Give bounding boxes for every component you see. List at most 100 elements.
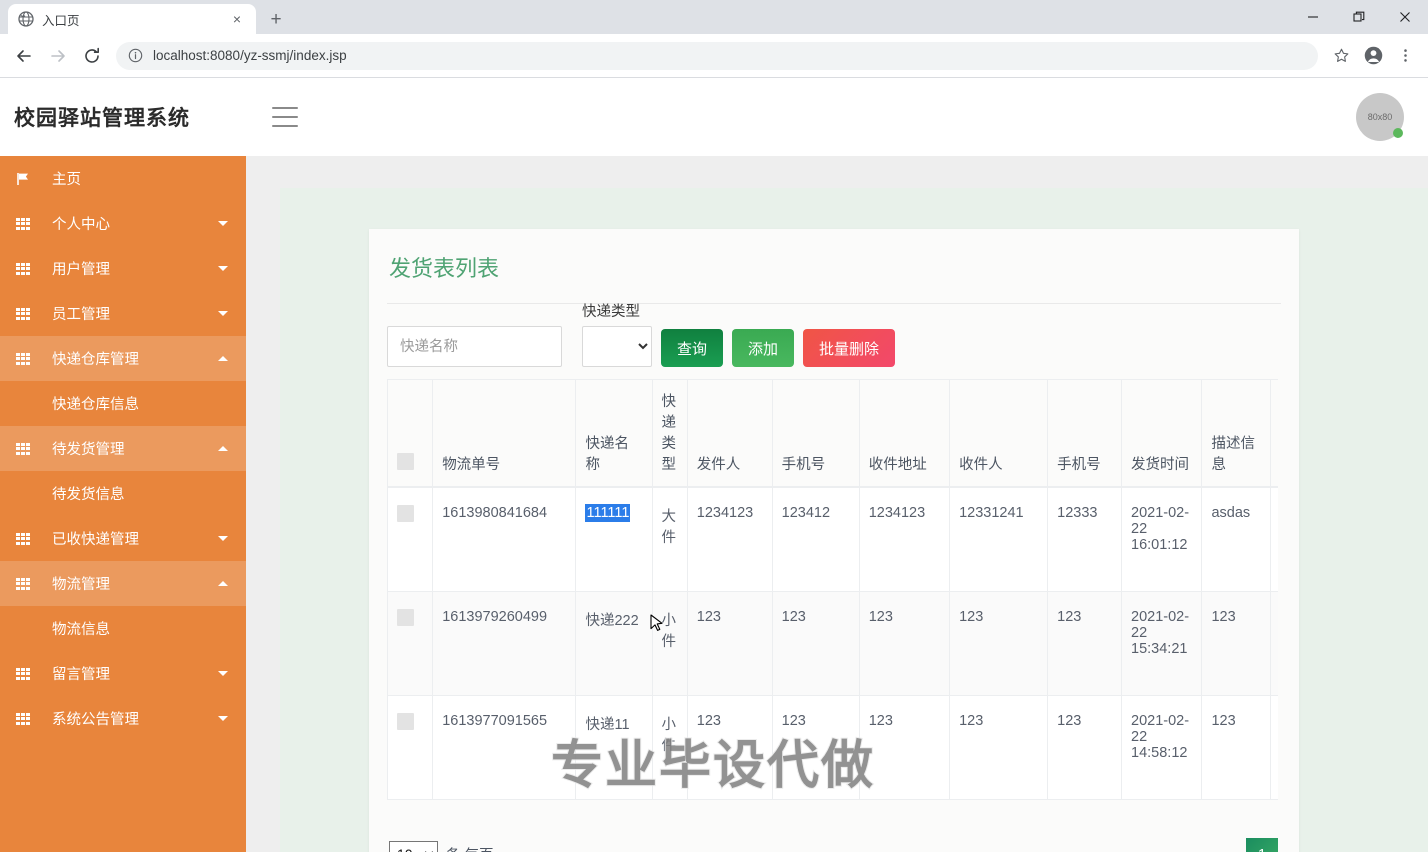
cell-type: 大件 xyxy=(651,486,688,592)
cell-op: 修改删除 xyxy=(1269,486,1278,592)
sidebar-item-9[interactable]: 系统公告管理 xyxy=(0,696,246,741)
table-scroll-area: 物流单号快递名称快递类型发件人手机号收件地址收件人手机号发货时间描述信息操作 1… xyxy=(387,379,1278,800)
add-button[interactable]: 添加 xyxy=(732,329,795,367)
sidebar-item-label: 快递仓库管理 xyxy=(52,352,139,368)
minimize-icon[interactable] xyxy=(1290,0,1336,34)
cell-name: 快递222 xyxy=(575,591,653,696)
hamburger-icon[interactable] xyxy=(272,107,298,127)
web-page: 校园驿站管理系统 80x80 主页个人中心用户管理员工管理快递仓库管理快递仓库信… xyxy=(0,78,1428,852)
col-header-time: 发货时间 xyxy=(1121,379,1203,488)
avatar[interactable]: 80x80 xyxy=(1356,93,1404,141)
col-header-addr: 收件地址 xyxy=(858,379,951,488)
sidebar-item-8[interactable]: 留言管理 xyxy=(0,651,246,696)
grid-icon xyxy=(16,262,30,275)
cell-ph2: 123 xyxy=(1047,695,1123,800)
cell-send: 1234123 xyxy=(686,486,773,592)
grid-icon xyxy=(14,442,32,455)
sidebar-item-0[interactable]: 主页 xyxy=(0,156,246,201)
window-controls xyxy=(1290,0,1428,34)
sidebar-item-3[interactable]: 员工管理 xyxy=(0,291,246,336)
table-footer: 102050100 条 每页 1 xyxy=(387,800,1281,852)
row-checkbox[interactable] xyxy=(397,609,414,626)
sidebar-item-label: 用户管理 xyxy=(52,262,110,278)
new-tab-button[interactable]: + xyxy=(262,5,290,33)
cell-time: 2021-02-22 16:01:12 xyxy=(1121,486,1203,592)
close-icon[interactable]: × xyxy=(228,10,246,28)
cell-send: 123 xyxy=(686,695,773,800)
search-input[interactable] xyxy=(387,326,562,367)
col-header-send: 发件人 xyxy=(686,379,773,488)
browser-menu-icon[interactable] xyxy=(1390,41,1420,71)
card-title: 发货表列表 xyxy=(387,229,1281,304)
cell-addr: 1234123 xyxy=(858,486,951,592)
sidebar-item-1[interactable]: 个人中心 xyxy=(0,201,246,246)
sidebar-subitem-5-0[interactable]: 待发货信息 xyxy=(0,471,246,516)
type-select-group: 快递类型 大件小件 xyxy=(582,304,652,367)
row-checkbox[interactable] xyxy=(397,505,414,522)
bookmark-star-icon[interactable] xyxy=(1326,41,1356,71)
chevron-down-icon xyxy=(218,311,228,316)
sidebar-subitem-4-0[interactable]: 快递仓库信息 xyxy=(0,381,246,426)
sidebar-item-7[interactable]: 物流管理 xyxy=(0,561,246,606)
cell-desc: asdas xyxy=(1201,486,1271,592)
selected-text: 111111 xyxy=(585,504,631,522)
sidebar-item-2[interactable]: 用户管理 xyxy=(0,246,246,291)
browser-tab-strip: 入口页 × + xyxy=(0,0,1428,34)
window-close-icon[interactable] xyxy=(1382,0,1428,34)
row-checkbox[interactable] xyxy=(397,713,414,730)
grid-icon xyxy=(16,352,30,365)
page-title: 校园驿站管理系统 xyxy=(14,107,190,130)
bulk-delete-button[interactable]: 批量删除 xyxy=(803,329,896,367)
grid-icon xyxy=(14,667,32,680)
sidebar-item-6[interactable]: 已收快递管理 xyxy=(0,516,246,561)
cell-ph1: 123412 xyxy=(771,486,860,592)
maximize-icon[interactable] xyxy=(1336,0,1382,34)
col-header-ph1: 手机号 xyxy=(771,379,860,488)
per-page-select[interactable]: 102050100 xyxy=(389,840,438,852)
chevron-up-icon xyxy=(218,356,228,361)
table-header-row: 物流单号快递名称快递类型发件人手机号收件地址收件人手机号发货时间描述信息操作 xyxy=(387,379,1278,488)
cell-cb xyxy=(387,695,434,800)
body-row: 主页个人中心用户管理员工管理快递仓库管理快递仓库信息 待发货管理 待发货信息 已收快递… xyxy=(0,156,1428,852)
account-circle-icon[interactable] xyxy=(1358,41,1388,71)
cell-ph2: 12333 xyxy=(1047,486,1123,592)
grid-icon xyxy=(14,307,32,320)
cell-type: 小件 xyxy=(651,695,688,800)
address-bar[interactable]: localhost:8080/yz-ssmj/index.jsp xyxy=(116,41,1318,70)
page-number-button[interactable]: 1 xyxy=(1246,838,1278,852)
cell-recv: 123 xyxy=(949,591,1049,696)
content-outer: 发货表列表 快递类型 大件小件 查询 添加 批量删除 xyxy=(246,156,1428,852)
reload-icon[interactable] xyxy=(76,40,108,72)
cell-name: 111111 xyxy=(575,486,653,592)
query-button[interactable]: 查询 xyxy=(661,329,724,367)
col-header-ph2: 手机号 xyxy=(1047,379,1123,488)
chevron-down-icon xyxy=(218,671,228,676)
sidebar-item-label: 主页 xyxy=(52,172,81,188)
pagination: 1 xyxy=(1246,838,1278,852)
sidebar-item-label: 个人中心 xyxy=(52,217,110,233)
online-status-dot xyxy=(1393,128,1403,138)
col-header-no: 物流单号 xyxy=(432,379,577,488)
cell-op: 修改删除 xyxy=(1269,591,1278,696)
sidebar-item-label: 物流管理 xyxy=(52,577,110,593)
chevron-up-icon xyxy=(218,581,228,586)
sidebar-subitem-7-0[interactable]: 物流信息 xyxy=(0,606,246,651)
col-header-name: 快递名称 xyxy=(575,379,653,488)
grid-icon xyxy=(16,442,30,455)
sidebar-item-4[interactable]: 快递仓库管理 xyxy=(0,336,246,381)
table-row: 1613980841684 111111 大件 1234123 123412 123412… xyxy=(387,486,1278,592)
select-all-checkbox[interactable] xyxy=(397,453,414,470)
forward-icon[interactable] xyxy=(42,40,74,72)
grid-icon xyxy=(14,352,32,365)
sidebar-item-5[interactable]: 待发货管理 xyxy=(0,426,246,471)
content-panel: 发货表列表 快递类型 大件小件 查询 添加 批量删除 xyxy=(280,188,1428,852)
grid-icon xyxy=(16,532,30,545)
cell-no: 1613977091565 xyxy=(432,695,577,800)
flag-icon xyxy=(14,172,32,186)
browser-tab[interactable]: 入口页 × xyxy=(8,4,256,34)
back-icon[interactable] xyxy=(8,40,40,72)
grid-icon xyxy=(14,532,32,545)
cell-addr: 123 xyxy=(858,695,951,800)
type-select[interactable]: 大件小件 xyxy=(582,326,652,367)
info-circle-icon xyxy=(128,48,143,63)
